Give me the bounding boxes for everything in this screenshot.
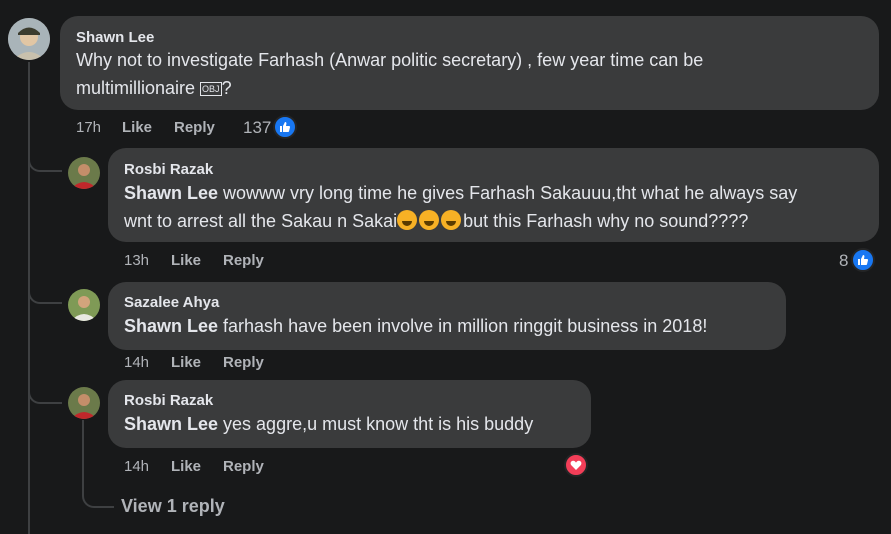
comment-timestamp[interactable]: 17h xyxy=(76,119,101,136)
reply-text: Shawn Lee farhash have been involve in m… xyxy=(124,316,708,336)
reply-timestamp[interactable]: 14h xyxy=(124,458,149,475)
mention-shawn-lee[interactable]: Shawn Lee xyxy=(124,414,218,434)
rofl-emoji-icon xyxy=(441,210,462,230)
reply-like-button[interactable]: Like xyxy=(171,354,201,371)
thread-connector-2 xyxy=(28,272,62,304)
view-reply-connector xyxy=(82,470,114,508)
thread-connector-3 xyxy=(28,372,62,404)
like-reaction-icon[interactable] xyxy=(273,115,297,139)
avatar-rosbi-razak[interactable] xyxy=(68,387,100,419)
rofl-emoji-icon xyxy=(397,210,418,230)
avatar-sazalee-ahya[interactable] xyxy=(68,289,100,321)
reply-text: Shawn Lee wowww vry long time he gives F… xyxy=(124,183,798,231)
reply-author-name[interactable]: Sazalee Ahya xyxy=(124,294,219,311)
reaction-count[interactable]: 8 xyxy=(839,251,848,271)
reaction-count[interactable]: 137 xyxy=(243,118,271,138)
reply-timestamp[interactable]: 13h xyxy=(124,252,149,269)
comment-reply-button[interactable]: Reply xyxy=(174,119,215,136)
view-replies-link[interactable]: View 1 reply xyxy=(121,496,225,517)
avatar-rosbi-razak[interactable] xyxy=(68,157,100,189)
love-reaction-icon[interactable] xyxy=(564,453,588,477)
rofl-emoji-icon xyxy=(419,210,440,230)
reply-reply-button[interactable]: Reply xyxy=(223,458,264,475)
reply-author-name[interactable]: Rosbi Razak xyxy=(124,392,213,409)
reply-author-name[interactable]: Rosbi Razak xyxy=(124,161,213,178)
reply-timestamp[interactable]: 14h xyxy=(124,354,149,371)
comment-author-name[interactable]: Shawn Lee xyxy=(76,29,154,46)
mention-shawn-lee[interactable]: Shawn Lee xyxy=(124,316,218,336)
reply-text: Shawn Lee yes aggre,u must know tht is h… xyxy=(124,414,534,434)
reply-like-button[interactable]: Like xyxy=(171,458,201,475)
avatar-shawn-lee[interactable] xyxy=(8,18,50,60)
mention-shawn-lee[interactable]: Shawn Lee xyxy=(124,183,218,203)
reply-reply-button[interactable]: Reply xyxy=(223,354,264,371)
thread-connector-1 xyxy=(28,140,62,172)
reply-like-button[interactable]: Like xyxy=(171,252,201,269)
reply-reply-button[interactable]: Reply xyxy=(223,252,264,269)
comment-like-button[interactable]: Like xyxy=(122,119,152,136)
obj-replacement-char: OBJ xyxy=(200,82,222,96)
like-reaction-icon[interactable] xyxy=(851,248,875,272)
comment-text: Why not to investigate Farhash (Anwar po… xyxy=(76,50,704,98)
